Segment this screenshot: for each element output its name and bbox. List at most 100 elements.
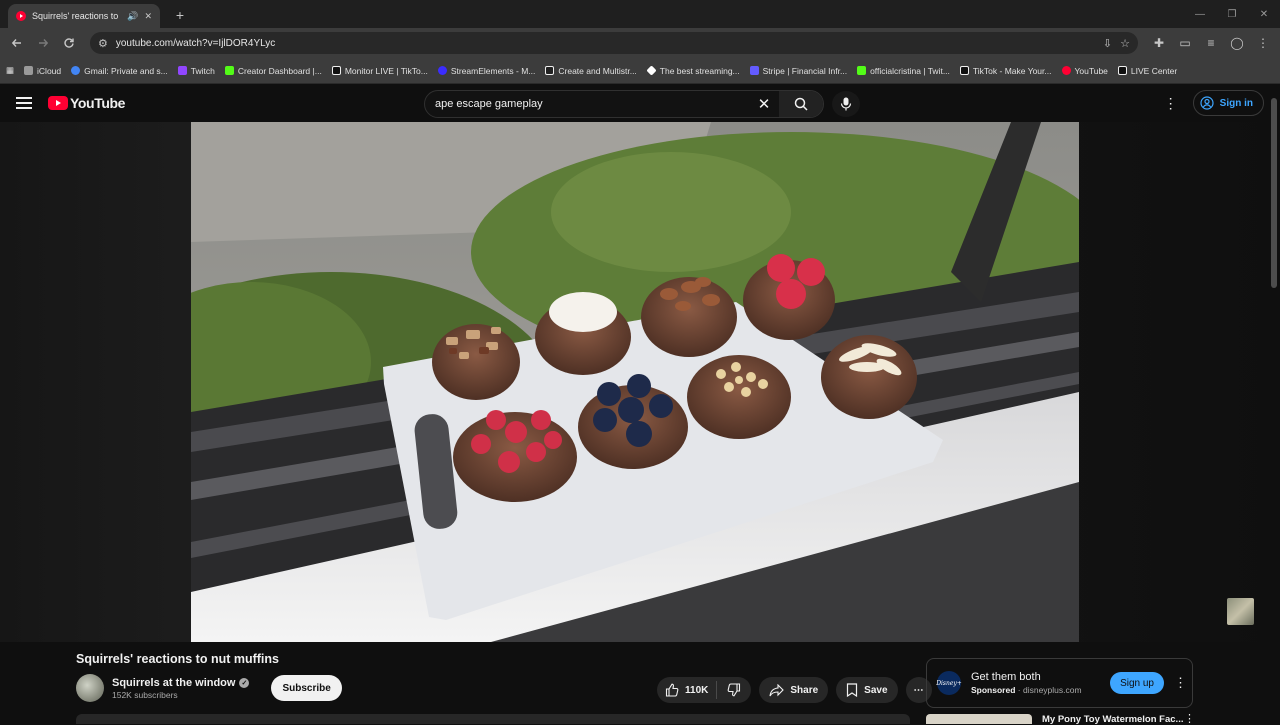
tab-title: Squirrels' reactions to nut muffins (32, 11, 121, 21)
masthead-actions: ⋮ Sign in (1161, 90, 1264, 116)
miniplayer-thumbnail[interactable] (1227, 598, 1254, 625)
youtube-favicon-icon (16, 11, 26, 21)
bookmark-favicon-icon (545, 66, 555, 75)
bookmark-item[interactable]: Stripe | Financial Infr... (749, 66, 847, 76)
thumbs-down-icon (727, 683, 741, 697)
bookmark-item[interactable]: officialcristina | Twit... (857, 66, 950, 76)
bookmark-item[interactable]: Creator Dashboard |... (224, 66, 322, 76)
apps-grid-icon[interactable]: ▦ (6, 65, 14, 76)
reading-list-icon[interactable]: ▭ (1174, 32, 1196, 54)
youtube-masthead: YouTube ✕ ⋮ Sign in (0, 84, 1280, 122)
share-button[interactable]: Share (759, 677, 829, 703)
bookmark-item[interactable]: Monitor LIVE | TikTo... (331, 66, 428, 76)
like-dislike-group: 110K (657, 677, 752, 703)
ad-title: Get them both (971, 671, 1041, 683)
forward-arrow-icon (39, 39, 49, 47)
sponsored-label: Sponsored (971, 685, 1016, 695)
bookmark-favicon-icon (1061, 66, 1071, 75)
bookmark-star-icon[interactable]: ☆ (1120, 37, 1130, 50)
sponsored-ad-card[interactable]: Disney+ Get them both Sponsored · disney… (926, 658, 1193, 708)
bookmark-save-icon (847, 683, 858, 697)
media-controls-icon[interactable]: ≡ (1200, 32, 1222, 54)
verified-badge-icon: ✓ (239, 677, 250, 688)
description-box[interactable] (76, 714, 910, 724)
forward-button[interactable] (32, 32, 54, 54)
search-input[interactable] (425, 98, 749, 110)
video-title: Squirrels' reactions to nut muffins (76, 652, 279, 666)
site-info-icon[interactable]: ⚙ (98, 37, 108, 50)
sign-in-button[interactable]: Sign in (1192, 90, 1264, 116)
subscribe-button[interactable]: Subscribe (271, 675, 342, 701)
bookmark-item[interactable]: LIVE Center (1117, 66, 1177, 76)
back-button[interactable] (6, 32, 28, 54)
sign-in-label: Sign in (1219, 97, 1253, 109)
thumbs-up-icon (665, 683, 679, 697)
channel-row: Squirrels at the window ✓ 152K subscribe… (76, 674, 342, 702)
browser-tab-active[interactable]: Squirrels' reactions to nut muffins 🔊 ✕ (8, 4, 160, 28)
up-next-more-icon[interactable]: ⋮ (1184, 712, 1195, 725)
profile-icon[interactable]: ◯ (1226, 32, 1248, 54)
new-tab-button[interactable]: + (168, 3, 192, 27)
logo-text: YouTube (70, 95, 126, 111)
bookmark-favicon-icon (24, 66, 34, 75)
account-icon (1200, 96, 1214, 110)
video-actions: 110K Share Save ⋯ (657, 677, 932, 703)
reload-icon (64, 38, 74, 48)
bookmark-item[interactable]: Create and Multistr... (545, 66, 637, 76)
bookmark-favicon-icon (71, 66, 81, 75)
reload-button[interactable] (58, 32, 80, 54)
bookmark-favicon-icon (331, 66, 341, 75)
browser-menu-icon[interactable]: ⋮ (1252, 32, 1274, 54)
menu-hamburger-icon[interactable] (16, 97, 32, 109)
bookmark-favicon-icon (646, 65, 657, 76)
subscriber-count: 152K subscribers (112, 689, 178, 700)
bookmark-item[interactable]: The best streaming... (646, 65, 740, 76)
bookmark-favicon-icon (857, 66, 867, 75)
disney-plus-logo-icon: Disney+ (936, 671, 962, 695)
video-frame-muffins-image (191, 122, 1079, 642)
up-next-thumbnail[interactable] (926, 714, 1032, 724)
settings-more-icon[interactable]: ⋮ (1161, 90, 1181, 116)
save-button[interactable]: Save (836, 677, 898, 703)
search-button[interactable] (779, 91, 823, 117)
page-scrollbar[interactable] (1270, 90, 1278, 290)
voice-search-button[interactable] (832, 91, 860, 117)
bookmark-item[interactable]: StreamElements - M... (437, 66, 535, 76)
ad-sign-up-button[interactable]: Sign up (1110, 672, 1164, 694)
microphone-icon (840, 97, 852, 111)
like-button[interactable]: 110K (657, 681, 718, 699)
bookmark-favicon-icon (224, 66, 234, 75)
bookmark-item[interactable]: iCloud (24, 66, 61, 76)
close-tab-icon[interactable]: ✕ (144, 11, 152, 22)
share-arrow-icon (769, 683, 785, 696)
video-player[interactable] (191, 122, 1079, 642)
scrollbar-thumb[interactable] (1271, 98, 1277, 288)
ad-more-icon[interactable]: ⋮ (1174, 675, 1187, 691)
share-label: Share (790, 684, 819, 696)
save-label: Save (864, 684, 888, 696)
extensions-icon[interactable]: ✚ (1148, 32, 1170, 54)
address-bar[interactable]: ⚙ youtube.com/watch?v=IjlDOR4YLyc ⇩ ☆ (90, 32, 1138, 54)
url-text: youtube.com/watch?v=IjlDOR4YLyc (115, 37, 276, 49)
channel-name[interactable]: Squirrels at the window ✓ (112, 677, 250, 689)
player-container (0, 122, 1280, 642)
search-bar: ✕ (424, 90, 824, 118)
install-app-icon[interactable]: ⇩ (1103, 37, 1112, 50)
close-window-button[interactable]: ✕ (1248, 0, 1280, 28)
bookmark-item[interactable]: Gmail: Private and s... (71, 66, 168, 76)
clear-search-icon[interactable]: ✕ (749, 95, 779, 113)
bookmark-item[interactable]: YouTube (1061, 66, 1108, 76)
back-arrow-icon (11, 39, 21, 47)
bookmark-item[interactable]: Twitch (177, 66, 215, 76)
channel-avatar[interactable] (76, 674, 104, 702)
youtube-logo[interactable]: YouTube (48, 95, 125, 111)
speaker-icon[interactable]: 🔊 (127, 11, 138, 22)
bookmark-favicon-icon (177, 66, 187, 75)
bookmark-favicon-icon (1117, 66, 1127, 75)
dislike-button[interactable] (717, 681, 751, 699)
bookmark-item[interactable]: TikTok - Make Your... (959, 66, 1052, 76)
minimize-button[interactable]: — (1184, 0, 1216, 28)
browser-toolbar: ⚙ youtube.com/watch?v=IjlDOR4YLyc ⇩ ☆ ✚ … (0, 28, 1280, 58)
ad-domain: · disneyplus.com (1017, 685, 1082, 695)
restore-button[interactable]: ❐ (1216, 0, 1248, 28)
